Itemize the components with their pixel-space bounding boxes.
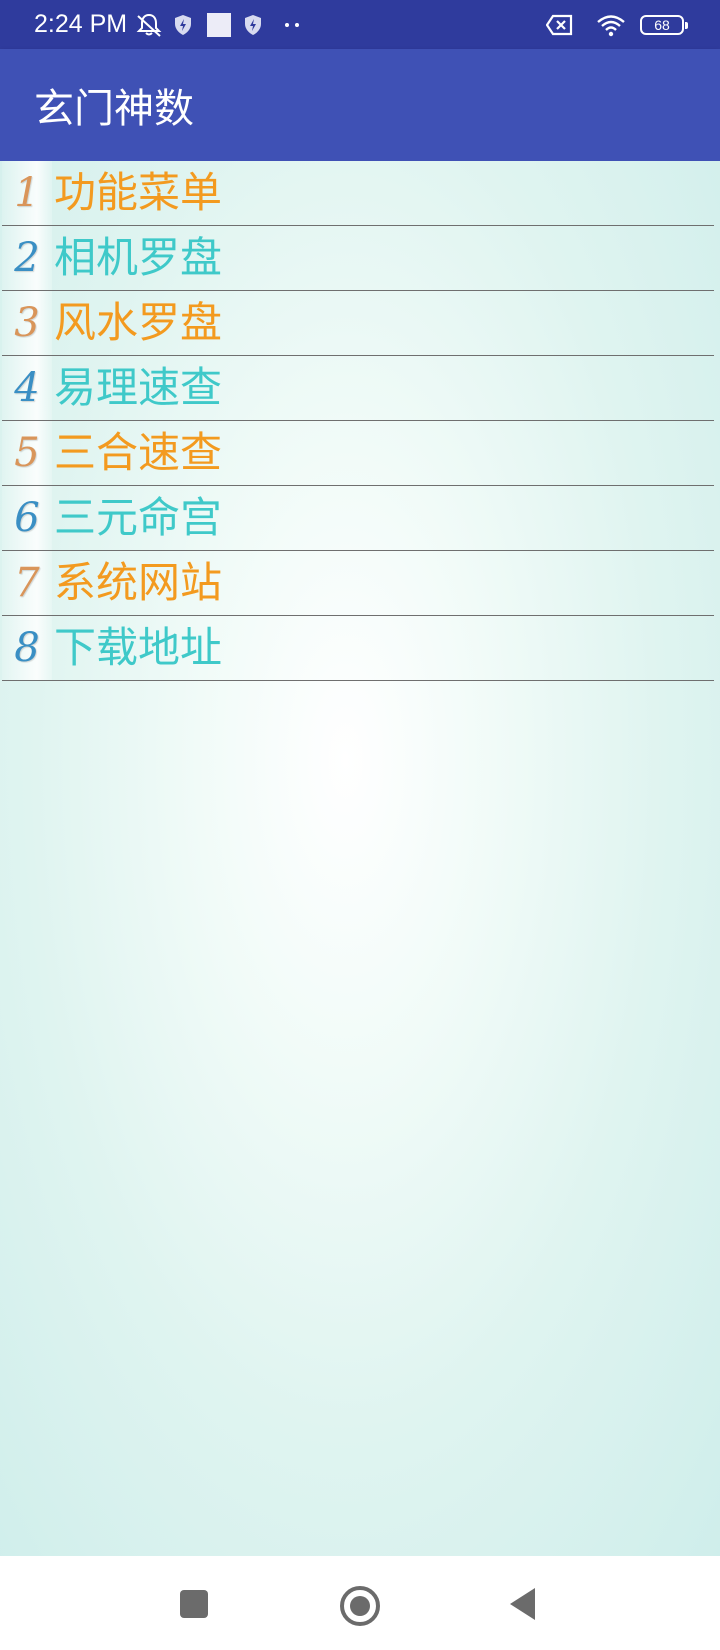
menu-item-camera-compass[interactable]: 2 相机罗盘 [2,226,714,291]
menu-item-label: 风水罗盘 [54,298,223,347]
status-bar: 2:24 PM 68 [0,0,720,49]
menu-list: 1 功能菜单 2 相机罗盘 3 风水罗盘 4 易理速查 5 三合速查 6 三元命… [0,161,720,681]
menu-item-sanyuan-minggong[interactable]: 6 三元命宫 [2,486,714,551]
menu-item-label: 三合速查 [54,428,223,477]
content-area: 1 功能菜单 2 相机罗盘 3 风水罗盘 4 易理速查 5 三合速查 6 三元命… [0,161,720,1556]
silent-bell-icon [135,12,163,38]
menu-item-label: 系统网站 [54,558,223,607]
home-circle-icon[interactable] [338,1584,382,1628]
menu-item-label: 易理速查 [54,363,223,412]
recents-square-icon[interactable] [176,1586,212,1622]
item-number: 7 [2,551,52,615]
menu-item-system-website[interactable]: 7 系统网站 [2,551,714,616]
menu-item-label: 下载地址 [54,623,223,672]
status-time: 2:24 PM [34,10,128,38]
app-title: 玄门神数 [34,86,194,132]
menu-item-label: 三元命宫 [54,493,223,542]
item-number: 4 [2,356,52,420]
shield-icon [173,14,193,36]
shield-icon [243,14,263,36]
menu-item-yili-lookup[interactable]: 4 易理速查 [2,356,714,421]
menu-item-fengshui-compass[interactable]: 3 风水罗盘 [2,291,714,356]
square-icon [207,12,232,37]
menu-item-function-menu[interactable]: 1 功能菜单 [2,161,714,226]
item-number: 6 [2,486,52,550]
wifi-icon [596,13,626,37]
menu-item-label: 相机罗盘 [54,233,223,282]
item-number: 5 [2,421,52,485]
menu-item-sanhe-lookup[interactable]: 5 三合速查 [2,421,714,486]
menu-item-label: 功能菜单 [54,168,223,217]
sim-off-icon [546,14,574,36]
app-bar: 玄门神数 [0,49,720,161]
item-number: 3 [2,291,52,355]
back-triangle-icon[interactable] [504,1586,540,1622]
battery-indicator: 68 [640,14,688,35]
navigation-bar [0,1556,720,1650]
item-number: 1 [2,161,52,225]
more-dots-icon [283,21,303,29]
menu-item-download-address[interactable]: 8 下载地址 [2,616,714,681]
item-number: 2 [2,226,52,290]
item-number: 8 [2,616,52,680]
